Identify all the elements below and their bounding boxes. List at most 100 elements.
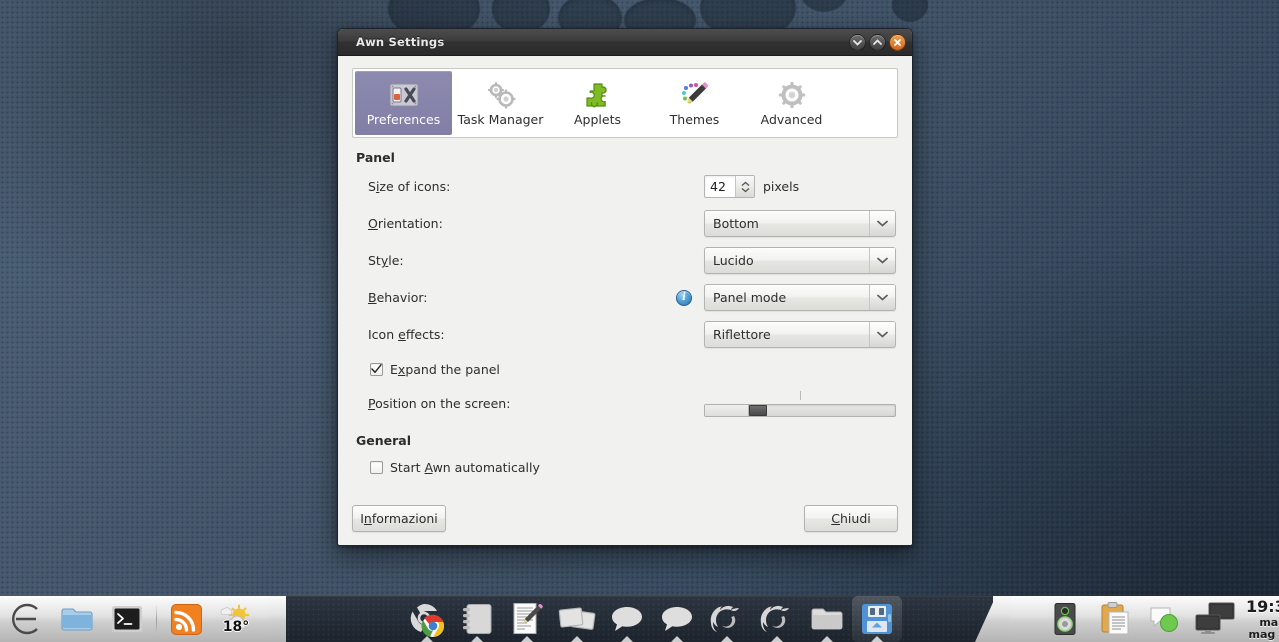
behavior-control: Panel mode (704, 284, 898, 311)
orientation-select[interactable]: Bottom (704, 210, 896, 237)
chevron-down-icon[interactable] (869, 211, 895, 236)
slider-handle[interactable] (749, 405, 767, 416)
close-button[interactable] (889, 33, 906, 51)
orientation-value: Bottom (713, 216, 759, 231)
dock-right-items: 19:31 mar mag 11 (1040, 596, 1279, 642)
gears-icon (485, 79, 517, 111)
chat-bubble-icon[interactable] (652, 596, 702, 642)
gear-icon (777, 79, 807, 111)
size-of-icons-input[interactable] (705, 176, 735, 197)
position-slider-wrap (704, 390, 896, 417)
position-slider[interactable] (704, 404, 896, 417)
desktop: Awn Settings Preferences Task Manager Ap… (0, 0, 1279, 642)
displays-icon[interactable] (1190, 596, 1240, 642)
wallpaper-bubble (892, 0, 928, 22)
messaging-status-icon[interactable] (1140, 596, 1190, 642)
behavior-select[interactable]: Panel mode (704, 284, 896, 311)
window-indicator-arrow (871, 636, 883, 642)
window-indicator-arrow (721, 636, 733, 642)
clock[interactable]: 19:31 mar mag 11 (1240, 598, 1279, 640)
chevron-down-icon[interactable] (869, 248, 895, 273)
desktop-panel: 18° 19: ma mag (0, 596, 1279, 642)
row-icon-effects: Icon effects: Riflettore (352, 321, 898, 348)
row-expand-the-panel: Expand the panel (352, 358, 898, 380)
minimize-button[interactable] (849, 33, 866, 51)
tab-task-manager[interactable]: Task Manager (452, 71, 549, 135)
dialog-button-bar: In formazioni Chiudi (352, 503, 898, 536)
tab-bar: Preferences Task Manager Applets Themes … (352, 68, 898, 138)
chevron-down-icon (741, 187, 749, 192)
position-control (704, 390, 898, 417)
expand-the-panel-checkbox[interactable] (370, 362, 383, 376)
info-icon[interactable]: i (676, 289, 692, 306)
firefox-icon[interactable] (702, 596, 752, 642)
tab-preferences[interactable]: Preferences (355, 71, 452, 135)
style-label: Style: (368, 253, 404, 268)
window-indicator-arrow (471, 636, 483, 642)
tab-advanced-label: Advanced (760, 112, 823, 128)
awn-settings-icon[interactable] (852, 596, 902, 642)
icon-effects-label: Icon effects: (368, 327, 445, 342)
row-start-awn-automatically: Start Awn automatically (352, 456, 898, 478)
weather-icon[interactable]: 18° (211, 596, 261, 642)
orientation-label: Orientation: (368, 216, 443, 231)
style-value: Lucido (713, 253, 754, 268)
start-awn-automatically-label: Start Awn automatically (390, 459, 540, 475)
close-icon (894, 38, 901, 46)
wallpaper-bubble (800, 0, 848, 12)
chrome-icon[interactable] (402, 596, 452, 642)
maximize-button[interactable] (869, 33, 886, 51)
style-control: Lucido (704, 247, 898, 274)
spinner-arrows[interactable] (735, 176, 754, 197)
expand-the-panel-label: Expand the panel (390, 361, 500, 377)
preferences-form: Panel Size of icons: pixels (352, 138, 898, 503)
row-position-on-the-screen: Position on the screen: (352, 390, 898, 417)
row-orientation: Orientation: Bottom (352, 210, 898, 237)
enlightenment-icon[interactable] (2, 596, 52, 642)
window-indicator-arrow (571, 636, 583, 642)
informazioni-button[interactable]: In formazioni (352, 505, 446, 532)
dock-left-items: 18° (2, 596, 261, 642)
weather-temperature: 18° (222, 619, 250, 635)
window-titlebar[interactable]: Awn Settings (338, 29, 912, 56)
chevron-down-icon (853, 39, 862, 46)
tab-task-manager-label: Task Manager (457, 112, 544, 128)
start-awn-automatically-checkbox[interactable] (370, 460, 383, 474)
folder-icon[interactable] (52, 596, 102, 642)
chevron-down-icon[interactable] (869, 322, 895, 347)
tab-advanced[interactable]: Advanced (743, 71, 840, 135)
notes-icon[interactable] (452, 596, 502, 642)
chevron-down-icon[interactable] (869, 285, 895, 310)
pencil-palette-icon (680, 79, 710, 111)
tab-applets-label: Applets (574, 112, 621, 128)
dock-center-items (402, 596, 902, 642)
chevron-up-icon (873, 38, 882, 45)
clipboard-icon[interactable] (1090, 596, 1140, 642)
terminal-icon[interactable] (102, 596, 152, 642)
firefox-icon[interactable] (752, 596, 802, 642)
icon-effects-select[interactable]: Riflettore (704, 321, 896, 348)
tab-preferences-label: Preferences (366, 112, 441, 128)
photos-icon[interactable] (552, 596, 602, 642)
text-editor-icon[interactable] (502, 596, 552, 642)
slider-tick-mark (800, 391, 801, 400)
general-section-title: General (356, 433, 411, 448)
row-style: Style: Lucido (352, 247, 898, 274)
icon-effects-control: Riflettore (704, 321, 898, 348)
chat-bubble-icon[interactable] (602, 596, 652, 642)
tab-themes-label: Themes (669, 112, 720, 128)
puzzle-piece-icon (584, 79, 612, 111)
chiudi-button[interactable]: Chiudi (804, 505, 898, 532)
volume-speaker-icon[interactable] (1040, 596, 1090, 642)
size-of-icons-spinner[interactable] (704, 175, 755, 198)
window-content: Preferences Task Manager Applets Themes … (338, 56, 912, 545)
position-on-the-screen-label: Position on the screen: (368, 396, 511, 411)
style-select[interactable]: Lucido (704, 247, 896, 274)
tab-themes[interactable]: Themes (646, 71, 743, 135)
window-title: Awn Settings (356, 35, 445, 49)
rss-feed-icon[interactable] (161, 596, 211, 642)
window-indicator-arrow (671, 636, 683, 642)
tab-applets[interactable]: Applets (549, 71, 646, 135)
row-behavior: Behavior: i Panel mode (352, 284, 898, 311)
file-manager-icon[interactable] (802, 596, 852, 642)
